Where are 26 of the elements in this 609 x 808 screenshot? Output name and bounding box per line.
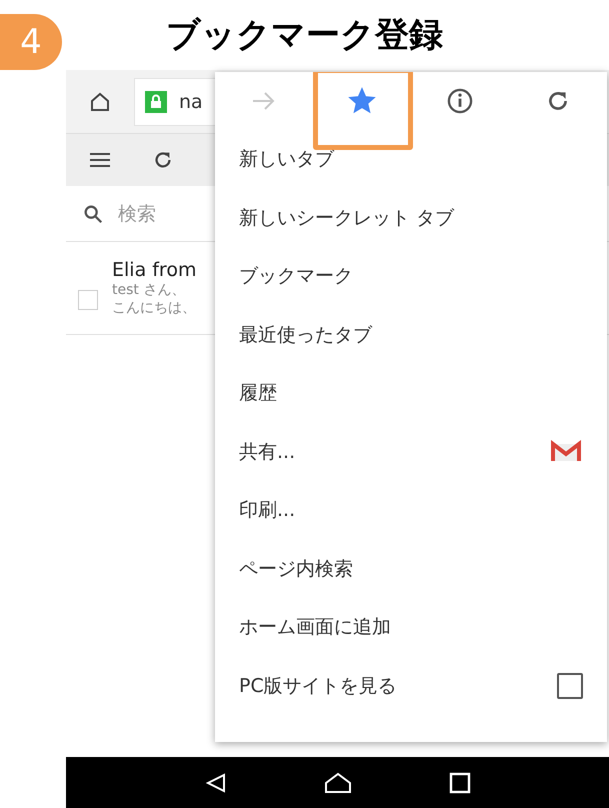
recent-apps-icon[interactable] xyxy=(448,772,472,794)
menu-item[interactable]: 履歴 xyxy=(215,364,607,422)
info-icon[interactable] xyxy=(446,87,474,115)
mail-snippet: test さん、 xyxy=(112,281,186,299)
menu-item[interactable]: 最近使ったタブ xyxy=(215,306,607,364)
menu-icon[interactable] xyxy=(88,151,112,169)
menu-item[interactable]: 新しいタブ xyxy=(215,130,607,188)
menu-item[interactable]: 新しいシークレット タブ xyxy=(215,188,607,247)
step-title: ブックマーク登録 xyxy=(165,14,444,57)
menu-item[interactable]: ページ内検索 xyxy=(215,540,607,598)
menu-item[interactable]: PC版サイトを見る xyxy=(215,656,607,715)
mail-checkbox[interactable] xyxy=(78,290,98,310)
checkbox[interactable] xyxy=(557,672,583,699)
home-icon[interactable] xyxy=(322,770,352,794)
menu-item[interactable]: 印刷... xyxy=(215,481,607,540)
mail-snippet: こんにちは、 xyxy=(112,299,196,317)
menu-item[interactable]: ホーム画面に追加 xyxy=(215,598,607,656)
menu-item[interactable]: ブックマーク xyxy=(215,247,607,306)
step-badge: 4 xyxy=(0,14,62,70)
menu-item[interactable]: 共有... xyxy=(215,422,607,481)
star-icon[interactable] xyxy=(348,87,376,115)
mail-icon xyxy=(549,440,583,464)
mail-sender: Elia from xyxy=(112,259,196,281)
back-icon[interactable] xyxy=(204,772,228,794)
lock-icon xyxy=(145,90,167,112)
search-icon xyxy=(82,202,104,224)
